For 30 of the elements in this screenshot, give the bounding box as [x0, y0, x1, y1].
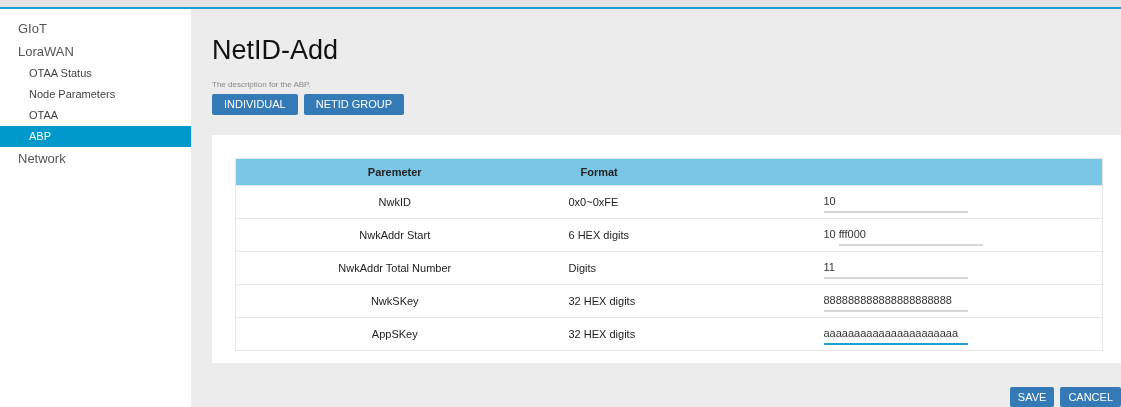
action-button[interactable]: SAVE [1009, 387, 1055, 407]
table-cell: NwkAddr Total Number [235, 251, 554, 285]
action-button[interactable]: CANCEL [1060, 387, 1121, 407]
table-cell: 32 HEX digits [553, 317, 726, 351]
sidebar-item[interactable]: Network [0, 147, 191, 170]
input-field[interactable]: 11 [823, 257, 968, 279]
table-cell: AppSKey [235, 317, 554, 351]
sidebar-item[interactable]: OTAA Status [0, 63, 191, 84]
page-description: The description for the ABP. [212, 79, 312, 91]
column-header: Format [553, 158, 726, 186]
input-field[interactable]: fff000 [838, 224, 983, 246]
table-cell: 6 HEX digits [553, 218, 726, 252]
sidebar-item[interactable]: GIoT [0, 17, 191, 40]
column-header: Paremeter [235, 158, 554, 186]
sidebar-item[interactable]: Node Parameters [0, 84, 191, 105]
sidebar-item[interactable]: LoraWAN [0, 40, 191, 63]
table-cell: NwkSKey [235, 284, 554, 318]
table-cell: 32 HEX digits [553, 284, 726, 318]
tab-button[interactable]: INDIVIDUAL [212, 94, 298, 115]
table-cell: NwkAddr Start [235, 218, 554, 252]
page-title: NetID-Add [212, 37, 340, 64]
input-field[interactable]: 10 [823, 191, 968, 213]
field-prefix: 10 [823, 227, 836, 242]
table-cell: NwkID [235, 185, 554, 219]
table-cell: 0x0~0xFE [553, 185, 726, 219]
sidebar-item[interactable]: OTAA [0, 105, 191, 126]
input-field[interactable]: aaaaaaaaaaaaaaaaaaaaaa [823, 323, 968, 345]
table-cell: Digits [553, 251, 726, 285]
input-field[interactable]: 888888888888888888888 [823, 290, 968, 312]
tab-button[interactable]: NETID GROUP [303, 94, 405, 115]
